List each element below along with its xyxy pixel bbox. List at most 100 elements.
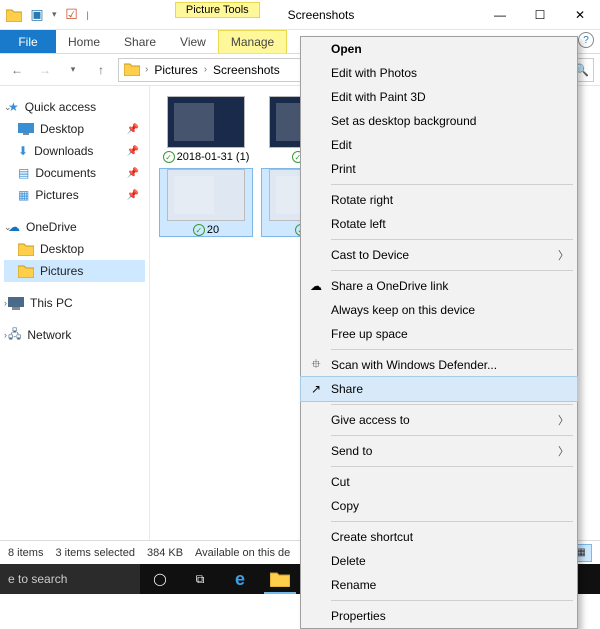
home-tab[interactable]: Home (56, 30, 112, 53)
sidebar-item-downloads[interactable]: ⬇ Downloads 📌 (4, 140, 145, 162)
menu-item[interactable]: Rotate left (301, 212, 577, 236)
window-title: Screenshots (260, 0, 480, 29)
view-tab[interactable]: View (168, 30, 218, 53)
help-button[interactable]: ? (578, 32, 594, 48)
menu-item[interactable]: Delete (301, 549, 577, 573)
menu-item-label: Free up space (331, 327, 408, 341)
sidebar-network[interactable]: › 🖧 Network (4, 324, 145, 346)
menu-item[interactable]: Print (301, 157, 577, 181)
menu-item[interactable]: Edit (301, 133, 577, 157)
manage-tab[interactable]: Manage (218, 30, 287, 53)
file-thumbnail[interactable]: ✓20 (160, 169, 252, 236)
taskbar-search[interactable]: e to search (0, 564, 140, 594)
menu-separator (331, 435, 573, 436)
sidebar-thispc[interactable]: › This PC (4, 292, 145, 314)
chevron-right-icon[interactable]: › (145, 64, 148, 75)
menu-item[interactable]: Create shortcut (301, 525, 577, 549)
menu-item-label: Edit with Photos (331, 66, 417, 80)
menu-item[interactable]: Cast to Device〉 (301, 243, 577, 267)
folder-icon (123, 61, 141, 79)
expand-icon[interactable]: › (4, 330, 7, 340)
menu-separator (331, 600, 573, 601)
forward-button[interactable]: → (34, 59, 56, 81)
breadcrumb-screenshots[interactable]: Screenshots (211, 63, 282, 77)
explorer-button[interactable] (260, 564, 300, 594)
submenu-arrow-icon: 〉 (558, 412, 569, 428)
menu-item[interactable]: Send to〉 (301, 439, 577, 463)
menu-item[interactable]: Cut (301, 470, 577, 494)
share-tab[interactable]: Share (112, 30, 168, 53)
file-label: ✓20 (193, 224, 219, 236)
sidebar-item-desktop[interactable]: Desktop 📌 (4, 118, 145, 140)
documents-icon: ▤ (18, 166, 29, 180)
chevron-right-icon[interactable]: › (204, 64, 207, 75)
sidebar-onedrive[interactable]: ⌄ ☁ OneDrive (4, 216, 145, 238)
network-icon: 🖧 (8, 325, 21, 346)
sidebar-item-label: Downloads (34, 144, 93, 158)
menu-item[interactable]: Rename (301, 573, 577, 597)
menu-item[interactable]: Always keep on this device (301, 298, 577, 322)
menu-item-label: Rotate left (331, 217, 386, 231)
folder-icon (18, 243, 34, 256)
thumbnail-image (167, 96, 245, 148)
folder-icon (4, 5, 24, 25)
menu-item[interactable]: ☁Share a OneDrive link (301, 274, 577, 298)
breadcrumb-pictures[interactable]: Pictures (152, 63, 199, 77)
menu-item[interactable]: Rotate right (301, 188, 577, 212)
status-selected-count: 3 items selected (55, 547, 134, 559)
edge-button[interactable]: e (220, 564, 260, 594)
cortana-button[interactable]: ◯ (140, 564, 180, 594)
context-menu: OpenEdit with PhotosEdit with Paint 3DSe… (300, 36, 578, 629)
file-name: 20 (207, 224, 219, 236)
sidebar-item-label: Pictures (40, 264, 83, 278)
menu-item[interactable]: Free up space (301, 322, 577, 346)
title-bar: ▣ ▾ ☑ | Picture Tools Screenshots ― ☐ ✕ (0, 0, 600, 30)
file-thumbnail[interactable]: ✓2018-01-31 (1) (160, 96, 252, 163)
expand-icon[interactable]: › (4, 298, 7, 308)
expand-icon[interactable]: ⌄ (4, 222, 12, 233)
menu-item[interactable]: Give access to〉 (301, 408, 577, 432)
pictures-icon: ▦ (18, 188, 29, 202)
sidebar-item-label: Pictures (35, 188, 78, 202)
expand-icon[interactable]: ⌄ (4, 102, 12, 113)
recent-locations-button[interactable]: ▾ (62, 59, 84, 81)
sidebar-item-od-desktop[interactable]: Desktop (4, 238, 145, 260)
menu-item[interactable]: Properties (301, 604, 577, 628)
pin-icon: 📌 (127, 168, 139, 179)
sidebar-item-label: Desktop (40, 122, 84, 136)
file-name: 2018-01-31 (1) (177, 151, 250, 163)
menu-item-label: Share a OneDrive link (331, 279, 448, 293)
menu-item[interactable]: Open (301, 37, 577, 61)
back-button[interactable]: ← (6, 59, 28, 81)
desktop-icon (18, 123, 34, 135)
menu-item[interactable]: ↗Share (301, 377, 577, 401)
up-button[interactable]: ↑ (90, 59, 112, 81)
task-view-button[interactable]: ⧉ (180, 564, 220, 594)
qat-properties-button[interactable]: ▣ (26, 4, 48, 26)
menu-item-label: Cut (331, 475, 350, 489)
menu-item[interactable]: Edit with Photos (301, 61, 577, 85)
thumbnail-image (167, 169, 245, 221)
qat-checkbox-icon[interactable]: ☑ (61, 4, 83, 26)
sidebar-item-od-pictures[interactable]: Pictures (4, 260, 145, 282)
maximize-button[interactable]: ☐ (520, 0, 560, 29)
pin-icon: 📌 (127, 190, 139, 201)
status-availability: Available on this de (195, 547, 290, 559)
sidebar-quick-access[interactable]: ⌄ ★ Quick access (4, 96, 145, 118)
menu-item[interactable]: Set as desktop background (301, 109, 577, 133)
window-controls: ― ☐ ✕ (480, 0, 600, 29)
close-button[interactable]: ✕ (560, 0, 600, 29)
menu-item-label: Cast to Device (331, 248, 409, 262)
quick-access-toolbar: ▣ ▾ ☑ | (0, 0, 95, 29)
sidebar-item-pictures[interactable]: ▦ Pictures 📌 (4, 184, 145, 206)
minimize-button[interactable]: ― (480, 0, 520, 29)
menu-item[interactable]: Edit with Paint 3D (301, 85, 577, 109)
menu-item[interactable]: Copy (301, 494, 577, 518)
menu-item-label: Rotate right (331, 193, 393, 207)
pin-icon: 📌 (127, 124, 139, 135)
status-size: 384 KB (147, 547, 183, 559)
sidebar-item-documents[interactable]: ▤ Documents 📌 (4, 162, 145, 184)
file-tab[interactable]: File (0, 30, 56, 53)
menu-item-label: Share (331, 382, 363, 396)
menu-item[interactable]: ⯐Scan with Windows Defender... (301, 353, 577, 377)
